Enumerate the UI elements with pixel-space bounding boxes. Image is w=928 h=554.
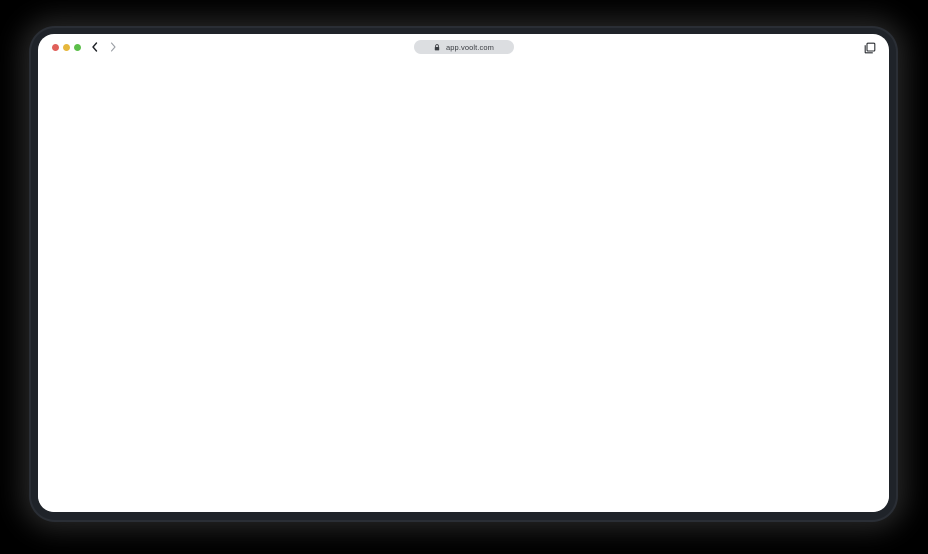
window-close-button[interactable] [52,44,59,51]
back-button[interactable] [88,40,102,54]
page-content [38,60,889,512]
forward-button[interactable] [106,40,120,54]
lock-icon [434,43,440,50]
address-bar[interactable]: app.voolt.com [414,40,514,54]
chevron-right-icon [110,42,116,52]
window-minimize-button[interactable] [63,44,70,51]
tabs-overview-icon [864,42,876,54]
chevron-left-icon [92,42,98,52]
device-frame: app.voolt.com [31,28,896,520]
window-maximize-button[interactable] [74,44,81,51]
browser-window: app.voolt.com [38,34,889,512]
tabs-overview-button[interactable] [864,41,876,54]
url-text: app.voolt.com [446,42,494,52]
browser-toolbar: app.voolt.com [38,34,889,60]
